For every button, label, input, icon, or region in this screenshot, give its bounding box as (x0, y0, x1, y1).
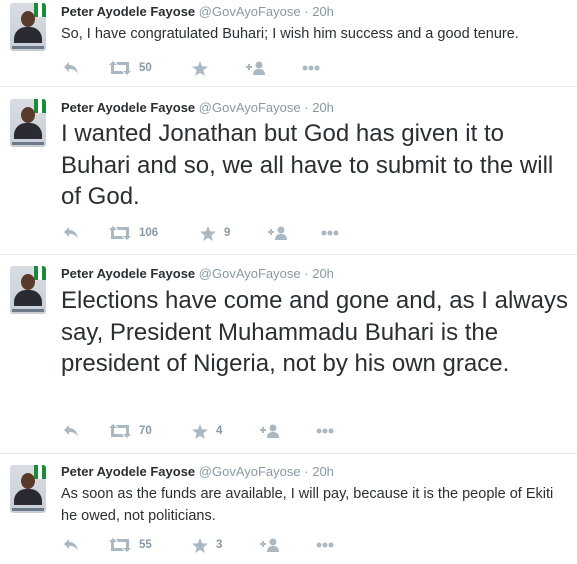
tweet-actions: 70 4 (61, 422, 361, 440)
favorite-count: 3 (216, 539, 223, 551)
more-button[interactable] (316, 536, 334, 554)
retweet-button[interactable]: 106 (109, 224, 158, 242)
tweet-text: As soon as the funds are available, I wi… (61, 486, 554, 524)
tweet-timestamp[interactable]: 20h (312, 464, 334, 479)
tweet-text: Elections have come and gone and, as I a… (61, 287, 568, 377)
retweet-icon (109, 424, 131, 438)
author-handle[interactable]: @GovAyoFayose (199, 464, 301, 479)
separator-dot: · (304, 266, 309, 281)
retweet-icon (109, 226, 131, 240)
tweet-header: Peter Ayodele Fayose @GovAyoFayose · 20h (61, 464, 334, 480)
retweet-icon (109, 61, 131, 75)
tweet-timestamp[interactable]: 20h (312, 266, 334, 281)
separator-dot: · (304, 464, 309, 479)
tweet-actions: 55 3 (61, 536, 361, 554)
retweet-count: 55 (139, 539, 152, 551)
tweet-timeline: Peter Ayodele Fayose @GovAyoFayose · 20h… (0, 0, 577, 564)
follow-icon (260, 424, 279, 438)
author-handle[interactable]: @GovAyoFayose (199, 266, 301, 281)
reply-button[interactable] (63, 536, 79, 554)
tweet-actions: 106 9 (61, 224, 361, 242)
follow-button[interactable] (260, 536, 280, 554)
tweet-text: I wanted Jonathan but God has given it t… (61, 120, 554, 210)
author-name[interactable]: Peter Ayodele Fayose (61, 100, 195, 115)
author-name[interactable]: Peter Ayodele Fayose (61, 266, 195, 281)
separator-dot: · (304, 100, 309, 115)
tweet[interactable]: Peter Ayodele Fayose @GovAyoFayose · 20h… (0, 454, 577, 564)
follow-button[interactable] (268, 224, 288, 242)
favorite-button[interactable]: 4 (192, 422, 222, 440)
follow-icon (246, 61, 265, 75)
avatar[interactable] (10, 3, 46, 51)
more-button[interactable] (316, 422, 334, 440)
star-icon (200, 225, 216, 241)
more-button[interactable] (321, 224, 339, 242)
tweet-header: Peter Ayodele Fayose @GovAyoFayose · 20h (61, 4, 334, 20)
author-name[interactable]: Peter Ayodele Fayose (61, 464, 195, 479)
retweet-icon (109, 538, 131, 552)
favorite-count: 9 (224, 227, 231, 239)
reply-button[interactable] (63, 59, 79, 77)
follow-icon (260, 538, 279, 552)
avatar[interactable] (10, 266, 46, 314)
tweet-timestamp[interactable]: 20h (312, 4, 334, 19)
more-icon (316, 428, 334, 434)
reply-icon (64, 539, 78, 551)
avatar[interactable] (10, 465, 46, 513)
star-icon (192, 60, 208, 76)
follow-icon (268, 226, 287, 240)
favorite-count: 4 (216, 425, 223, 437)
tweet-timestamp[interactable]: 20h (312, 100, 334, 115)
tweet-header: Peter Ayodele Fayose @GovAyoFayose · 20h (61, 100, 334, 116)
retweet-button[interactable]: 55 (109, 536, 152, 554)
retweet-button[interactable]: 70 (109, 422, 152, 440)
tweet[interactable]: Peter Ayodele Fayose @GovAyoFayose · 20h… (0, 87, 577, 255)
reply-icon (64, 227, 78, 239)
more-icon (316, 542, 334, 548)
separator-dot: · (304, 4, 309, 19)
reply-icon (64, 425, 78, 437)
tweet-header: Peter Ayodele Fayose @GovAyoFayose · 20h (61, 266, 334, 282)
more-icon (321, 230, 339, 236)
more-button[interactable] (302, 59, 320, 77)
author-handle[interactable]: @GovAyoFayose (199, 100, 301, 115)
author-handle[interactable]: @GovAyoFayose (199, 4, 301, 19)
tweet[interactable]: Peter Ayodele Fayose @GovAyoFayose · 20h… (0, 255, 577, 454)
tweet-text: So, I have congratulated Buhari; I wish … (61, 26, 519, 42)
star-icon (192, 423, 208, 439)
avatar[interactable] (10, 99, 46, 147)
reply-button[interactable] (63, 224, 79, 242)
retweet-count: 70 (139, 425, 152, 437)
reply-button[interactable] (63, 422, 79, 440)
favorite-button[interactable]: 3 (192, 536, 222, 554)
follow-button[interactable] (260, 422, 280, 440)
more-icon (302, 65, 320, 71)
retweet-count: 106 (139, 227, 159, 239)
retweet-button[interactable]: 50 (109, 59, 152, 77)
reply-icon (64, 62, 78, 74)
tweet[interactable]: Peter Ayodele Fayose @GovAyoFayose · 20h… (0, 0, 577, 87)
favorite-button[interactable] (192, 59, 216, 77)
follow-button[interactable] (246, 59, 266, 77)
retweet-count: 50 (139, 62, 152, 74)
star-icon (192, 537, 208, 553)
author-name[interactable]: Peter Ayodele Fayose (61, 4, 195, 19)
tweet-actions: 50 (61, 59, 361, 77)
favorite-button[interactable]: 9 (200, 224, 230, 242)
